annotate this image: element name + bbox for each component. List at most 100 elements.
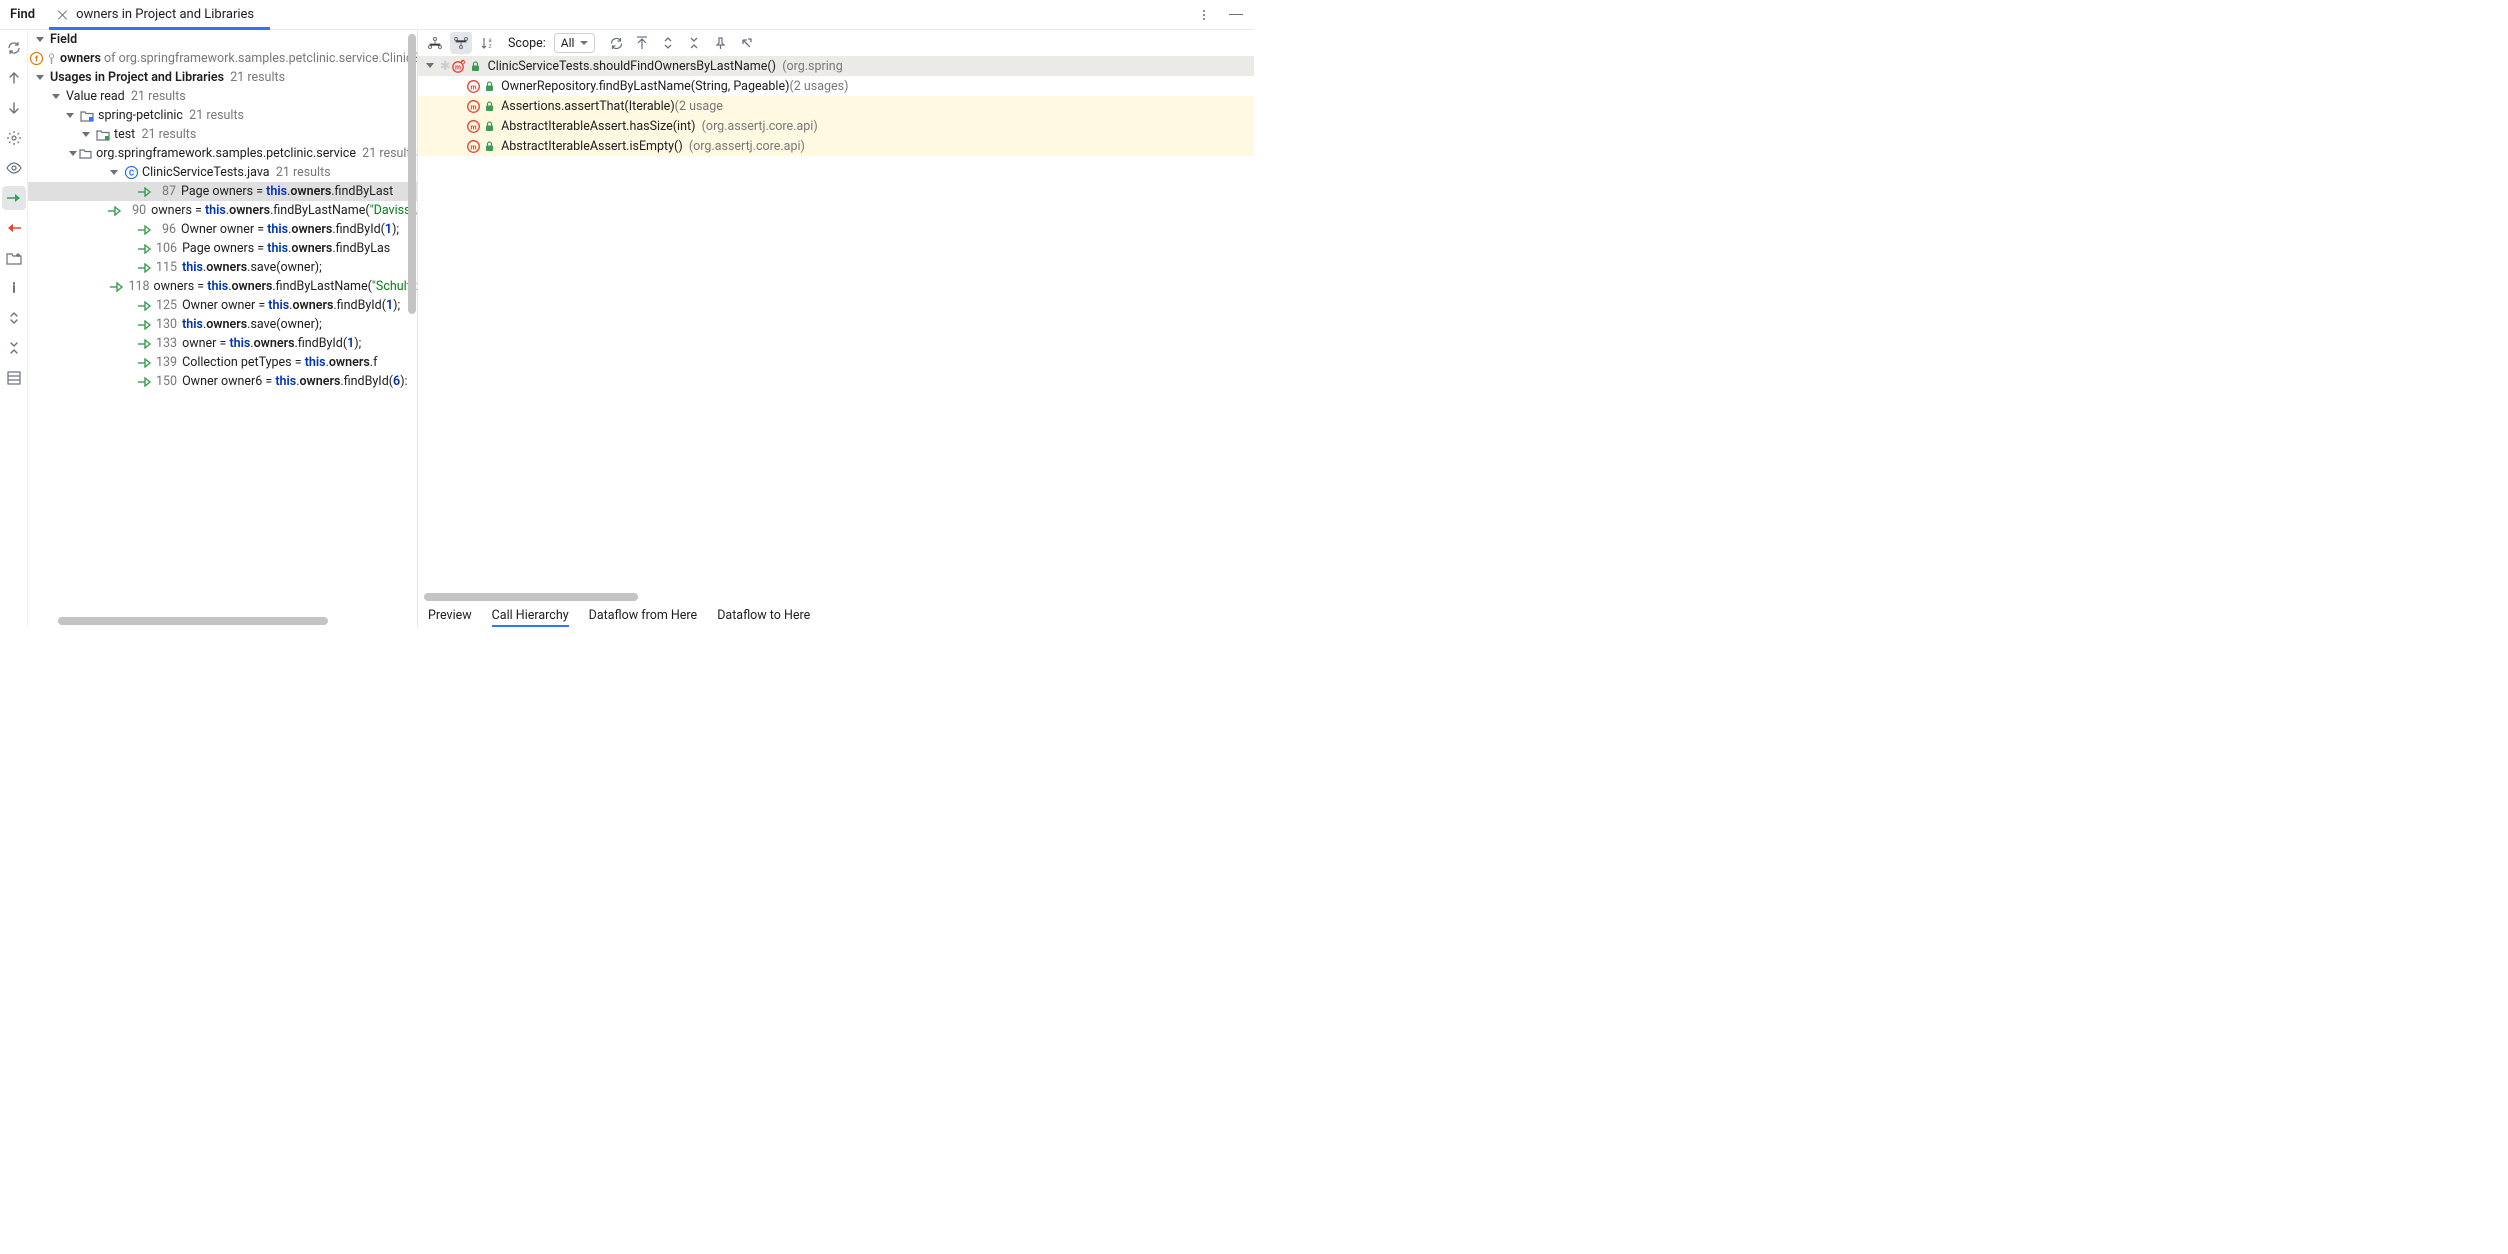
close-icon[interactable] xyxy=(57,9,69,21)
caller-row[interactable]: m AbstractIterableAssert.hasSize(int) (o… xyxy=(418,116,1254,136)
tree-node-value-read[interactable]: Value read 21 results xyxy=(28,87,417,106)
refresh-callers-button[interactable] xyxy=(605,32,627,54)
svg-text:m: m xyxy=(455,64,461,72)
minimize-button[interactable] xyxy=(1222,1,1250,29)
chevron-down-icon[interactable] xyxy=(36,35,46,45)
results-tree[interactable]: Field f owners of org.springframework.sa… xyxy=(28,30,417,627)
callers-list[interactable]: ✱m ClinicServiceTests.shouldFindOwnersBy… xyxy=(418,56,1254,603)
vertical-scrollbar[interactable] xyxy=(408,34,416,314)
code-snippet: this.owners.save(owner); xyxy=(182,260,322,275)
expand-all-button[interactable] xyxy=(657,32,679,54)
dataflow-to-button[interactable] xyxy=(2,186,26,210)
chevron-down-icon[interactable] xyxy=(66,111,76,121)
usage-row[interactable]: 87 Page owners = this.owners.findByLast xyxy=(28,182,417,201)
package-label: (org.assertj.core.api) xyxy=(702,119,818,134)
show-read-button[interactable] xyxy=(2,156,26,180)
down-button[interactable] xyxy=(2,96,26,120)
caller-row[interactable]: ✱m ClinicServiceTests.shouldFindOwnersBy… xyxy=(418,56,1254,76)
chevron-down-icon[interactable] xyxy=(36,73,46,83)
usage-row[interactable]: 115this.owners.save(owner); xyxy=(28,258,417,277)
class-icon: C xyxy=(124,166,138,180)
code-snippet: owners = this.owners.findByLastName("Dav… xyxy=(151,203,417,218)
test-folder-icon xyxy=(96,128,110,142)
signature: AbstractIterableAssert.hasSize(int) xyxy=(501,119,695,134)
tab-dataflow-from[interactable]: Dataflow from Here xyxy=(589,608,698,623)
field-owner-class: org.springframework.samples.petclinic.se… xyxy=(119,51,417,66)
callees-button[interactable] xyxy=(424,32,446,54)
svg-text:m: m xyxy=(470,83,476,91)
code-snippet: Owner owner6 = this.owners.findById(6): xyxy=(182,374,408,389)
horizontal-scrollbar[interactable] xyxy=(58,617,328,625)
method-icon: m xyxy=(466,139,480,153)
line-number: 87 xyxy=(156,184,176,199)
usage-row[interactable]: 106Page owners = this.owners.findByLas xyxy=(28,239,417,258)
list-icon xyxy=(7,371,21,385)
tree-node-package[interactable]: org.springframework.samples.petclinic.se… xyxy=(28,144,417,163)
caller-row[interactable]: m Assertions.assertThat(Iterable)(2 usag… xyxy=(418,96,1254,116)
tree-node-test[interactable]: test 21 results xyxy=(28,125,417,144)
more-options-button[interactable] xyxy=(1190,1,1218,29)
find-results-tree-pane: Field f owners of org.springframework.sa… xyxy=(28,30,418,627)
test-folder-name: test xyxy=(114,127,135,142)
tab-call-hierarchy[interactable]: Call Hierarchy xyxy=(492,608,569,623)
up-button[interactable] xyxy=(2,66,26,90)
settings-button[interactable] xyxy=(2,126,26,150)
scope-select[interactable]: All xyxy=(554,33,596,53)
chevron-down-icon xyxy=(580,41,588,45)
tool-window-title: Find xyxy=(0,7,49,22)
usage-row[interactable]: 118owners = this.owners.findByLastName("… xyxy=(28,277,417,296)
rerun-button[interactable] xyxy=(2,36,26,60)
callers-button[interactable] xyxy=(450,32,472,54)
expand-button[interactable] xyxy=(2,306,26,330)
line-number: 130 xyxy=(156,317,177,332)
read-access-icon xyxy=(138,318,152,332)
chevron-down-icon[interactable] xyxy=(82,130,92,140)
package-label: (org.spring xyxy=(782,59,843,74)
caller-row[interactable]: m AbstractIterableAssert.isEmpty() (org.… xyxy=(418,136,1254,156)
open-external-button[interactable] xyxy=(735,32,757,54)
chevron-down-icon[interactable] xyxy=(110,168,120,178)
find-results-tab[interactable]: owners in Project and Libraries xyxy=(49,0,266,30)
tab-dataflow-to[interactable]: Dataflow to Here xyxy=(717,608,810,623)
tree-node-file[interactable]: C ClinicServiceTests.java 21 results xyxy=(28,163,417,182)
svg-text:m: m xyxy=(470,123,476,131)
lock-icon xyxy=(484,99,494,113)
usage-row[interactable]: 133owner = this.owners.findById(1); xyxy=(28,334,417,353)
tree-node-module[interactable]: spring-petclinic 21 results xyxy=(28,106,417,125)
tree-node-usages[interactable]: Usages in Project and Libraries 21 resul… xyxy=(28,68,417,87)
collapse-all-button[interactable] xyxy=(683,32,705,54)
caller-row[interactable]: m OwnerRepository.findByLastName(String,… xyxy=(418,76,1254,96)
collapse-button[interactable] xyxy=(2,336,26,360)
read-access-icon xyxy=(138,337,152,351)
refresh-icon xyxy=(609,36,624,51)
usage-row[interactable]: 96Owner owner = this.owners.findById(1); xyxy=(28,220,417,239)
chevron-down-icon[interactable] xyxy=(426,61,436,71)
tree-node-field[interactable]: Field xyxy=(28,30,417,49)
list-view-button[interactable] xyxy=(2,366,26,390)
signature: ClinicServiceTests.shouldFindOwnersByLas… xyxy=(488,59,776,74)
usage-count: (2 usage xyxy=(675,99,723,114)
pin-button[interactable] xyxy=(709,32,731,54)
usage-row[interactable]: 125Owner owner = this.owners.findById(1)… xyxy=(28,296,417,315)
private-icon xyxy=(47,52,56,66)
chevron-down-icon[interactable] xyxy=(52,92,62,102)
usage-row[interactable]: 90owners = this.owners.findByLastName("D… xyxy=(28,201,417,220)
autoscroll-button[interactable] xyxy=(631,32,653,54)
code-snippet: owners = this.owners.findByLastName("Sch… xyxy=(153,279,417,294)
usage-row[interactable]: 130this.owners.save(owner); xyxy=(28,315,417,334)
tree-node-field-target[interactable]: f owners of org.springframework.samples.… xyxy=(28,49,417,68)
info-button[interactable] xyxy=(2,276,26,300)
method-icon: m xyxy=(466,99,480,113)
new-folder-button[interactable] xyxy=(2,246,26,270)
field-icon: f xyxy=(30,52,43,66)
expand-all-icon xyxy=(662,36,674,50)
horizontal-scrollbar[interactable] xyxy=(424,593,638,601)
scope-value: All xyxy=(561,36,575,50)
dataflow-from-button[interactable] xyxy=(2,216,26,240)
usage-row[interactable]: 150Owner owner6 = this.owners.findById(6… xyxy=(28,372,417,391)
tab-preview[interactable]: Preview xyxy=(428,608,472,623)
sort-button[interactable]: az xyxy=(476,32,498,54)
chevron-down-icon[interactable] xyxy=(69,149,75,159)
code-snippet: Page owners = this.owners.findByLast xyxy=(181,184,393,199)
usage-row[interactable]: 139Collection petTypes = this.owners.f xyxy=(28,353,417,372)
